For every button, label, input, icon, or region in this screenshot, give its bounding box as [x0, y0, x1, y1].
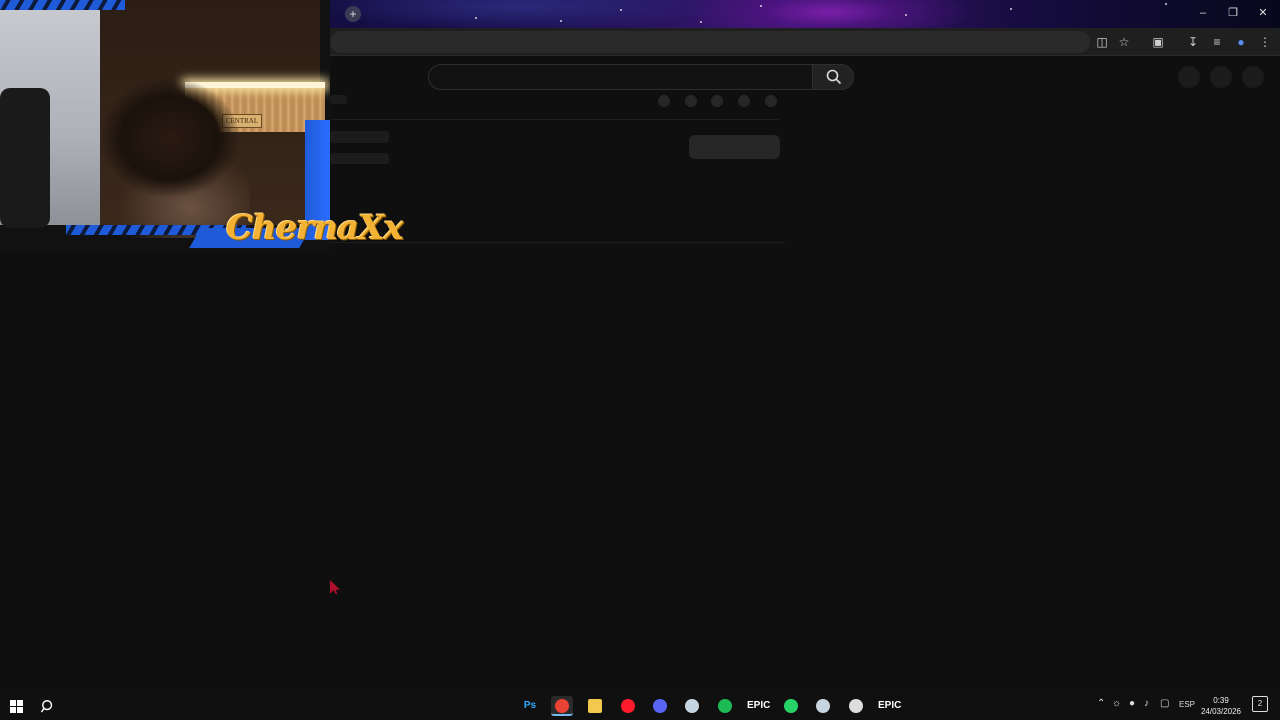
taskbar-app-steam[interactable] — [681, 696, 703, 716]
close-window-button[interactable]: ✕ — [1252, 4, 1274, 22]
create-button-placeholder[interactable] — [1178, 66, 1200, 88]
chrome-icon — [555, 699, 569, 713]
skeleton-dot — [738, 95, 750, 107]
search-icon — [40, 700, 53, 713]
whatsapp-icon — [784, 699, 798, 713]
skeleton-subtitle-line — [330, 153, 389, 164]
clock-time: 0:39 — [1213, 696, 1229, 705]
steam-2-icon — [816, 699, 830, 713]
epic-games-icon: EPIC — [747, 700, 771, 711]
taskbar-app-opera[interactable] — [617, 696, 639, 716]
webcam-person — [50, 78, 250, 238]
windows-icon — [9, 700, 23, 713]
menu-icon[interactable]: ⋮ — [1257, 34, 1273, 50]
taskbar-app-epic-games-2[interactable]: EPIC — [878, 696, 902, 716]
taskbar-app-file-explorer[interactable] — [584, 696, 606, 716]
taskbar-app-photoshop[interactable]: Ps — [519, 696, 541, 716]
steam-icon — [685, 699, 699, 713]
skeleton-dot — [765, 95, 777, 107]
search-icon — [826, 69, 842, 85]
taskbar-app-discord[interactable] — [649, 696, 671, 716]
obs-icon — [849, 699, 863, 713]
star-icon[interactable]: ☆ — [1116, 34, 1132, 50]
streamer-name-logo: ChernaXx — [226, 208, 404, 248]
extensions-icon[interactable]: ▣ — [1150, 34, 1166, 50]
search-button[interactable] — [812, 64, 854, 90]
discord-icon — [653, 699, 667, 713]
mouse-cursor — [330, 580, 340, 594]
skeleton-logo — [330, 95, 347, 104]
restore-button[interactable]: ❐ — [1222, 4, 1244, 22]
taskbar-search-button[interactable] — [37, 696, 59, 716]
screen: + – ❐ ✕ ◫ ☆ ▣ ↧ ≡ ● ⋮ CENTRAL — [0, 0, 1280, 720]
plus-icon: + — [349, 7, 357, 21]
minimize-button[interactable]: – — [1192, 4, 1214, 22]
webcam-chair — [0, 88, 50, 228]
display-icon[interactable]: ▢ — [1160, 698, 1169, 709]
new-tab-button[interactable]: + — [345, 6, 361, 22]
skeleton-dot — [658, 95, 670, 107]
skeleton-title-line — [330, 131, 389, 143]
search-input[interactable] — [428, 64, 814, 90]
address-bar[interactable] — [330, 31, 1090, 53]
taskbar-app-obs[interactable] — [845, 696, 867, 716]
system-clock[interactable]: 0:39 24/03/2026 — [1198, 695, 1244, 717]
taskbar-app-epic-games[interactable]: EPIC — [747, 696, 771, 716]
file-explorer-icon — [588, 699, 602, 713]
epic-games-2-icon: EPIC — [878, 700, 902, 711]
photoshop-icon: Ps — [523, 700, 537, 711]
notification-center-button[interactable]: 2 — [1252, 696, 1268, 712]
network-icon[interactable]: ☼ — [1112, 698, 1121, 709]
start-button[interactable] — [5, 696, 27, 716]
language-indicator[interactable]: ESP — [1179, 700, 1195, 709]
microphone-icon[interactable]: ● — [1129, 698, 1135, 709]
media-controls-icon[interactable]: ≡ — [1209, 34, 1225, 50]
skeleton-dot — [685, 95, 697, 107]
webcam-frame-stripes — [0, 0, 125, 10]
opera-icon — [621, 699, 635, 713]
install-app-icon[interactable]: ◫ — [1094, 34, 1110, 50]
skeleton-divider — [330, 119, 780, 120]
taskbar: Ps EPIC EPIC ⌃ ☼ ● ♪ ▢ ESP 0:39 24/03/2026… — [0, 692, 1280, 720]
notification-count: 2 — [1257, 699, 1263, 708]
volume-icon[interactable]: ♪ — [1144, 698, 1149, 709]
taskbar-app-chrome[interactable] — [551, 696, 573, 716]
spotify-icon — [718, 699, 732, 713]
profile-icon[interactable]: ● — [1233, 34, 1249, 50]
download-icon[interactable]: ↧ — [1185, 34, 1201, 50]
tray-overflow-icon[interactable]: ⌃ — [1097, 698, 1105, 709]
skeleton-button — [689, 135, 780, 159]
skeleton-dot — [711, 95, 723, 107]
taskbar-app-whatsapp[interactable] — [780, 696, 802, 716]
taskbar-app-spotify[interactable] — [714, 696, 736, 716]
notifications-button-placeholder[interactable] — [1210, 66, 1232, 88]
taskbar-app-steam-2[interactable] — [812, 696, 834, 716]
clock-date: 24/03/2026 — [1200, 707, 1242, 716]
avatar-placeholder[interactable] — [1242, 66, 1264, 88]
